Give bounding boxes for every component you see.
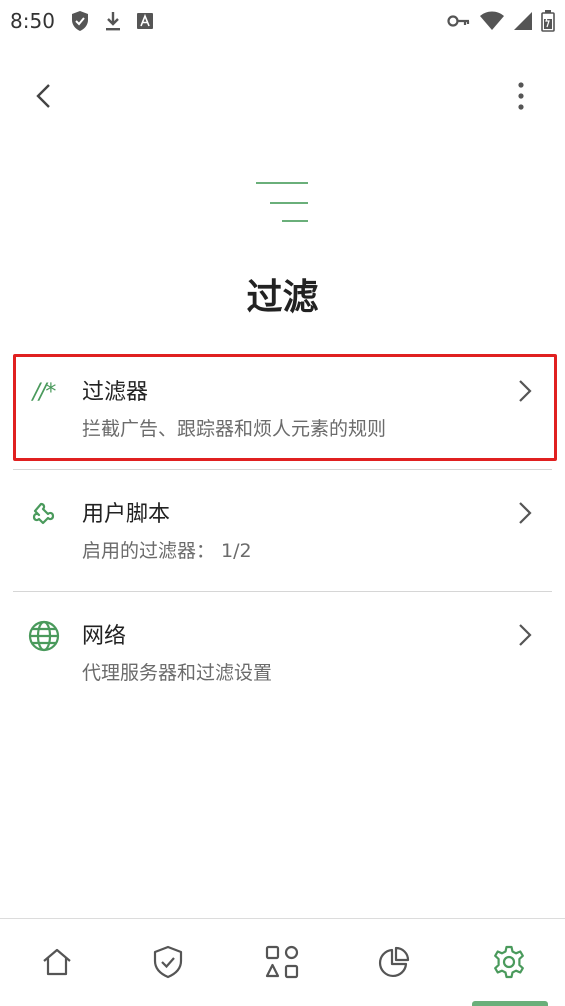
- status-right-icons: [439, 8, 555, 34]
- list-item-filters[interactable]: //* 过滤器 拦截广告、跟踪器和烦人元素的规则: [0, 348, 565, 470]
- shield-check-icon: [70, 10, 90, 32]
- download-icon: [104, 10, 122, 32]
- key-icon: [447, 14, 471, 28]
- chart-icon: [379, 946, 410, 977]
- signal-icon: [513, 11, 533, 31]
- globe-icon: [26, 618, 62, 654]
- nav-home[interactable]: [27, 937, 87, 987]
- nav-apps[interactable]: [252, 937, 312, 987]
- top-bar: [0, 60, 565, 132]
- item-subtitle: 拦截广告、跟踪器和烦人元素的规则: [82, 418, 387, 440]
- status-bar: 8:50: [0, 0, 565, 44]
- settings-icon: [494, 945, 524, 979]
- nav-protection[interactable]: [138, 937, 198, 987]
- puzzle-icon: [26, 496, 62, 532]
- item-subtitle: 代理服务器和过滤设置: [82, 662, 273, 684]
- item-title: 用户脚本: [82, 502, 171, 527]
- bottom-nav: [0, 918, 565, 1006]
- list-item-network[interactable]: 网络 代理服务器和过滤设置: [0, 592, 565, 714]
- back-button[interactable]: [22, 74, 66, 118]
- nav-statistics[interactable]: [364, 937, 424, 987]
- chevron-right-icon: [513, 620, 537, 650]
- chevron-right-icon: [513, 498, 537, 528]
- list-item-userscripts[interactable]: 用户脚本 启用的过滤器： 1/2: [0, 470, 565, 592]
- more-options-button[interactable]: [499, 74, 543, 118]
- battery-icon: [541, 10, 555, 32]
- home-icon: [43, 948, 71, 976]
- status-left-icons: [70, 8, 168, 34]
- wifi-icon: [479, 11, 505, 31]
- status-time: 8:50: [10, 9, 55, 33]
- rules-icon: //*: [26, 374, 62, 410]
- settings-list: //* 过滤器 拦截广告、跟踪器和烦人元素的规则 用户脚本 启用的过滤器： 1/…: [0, 348, 565, 714]
- chevron-left-icon: [36, 84, 50, 108]
- shield-icon: [153, 945, 183, 979]
- nav-active-indicator: [472, 1001, 548, 1006]
- apps-icon: [265, 945, 299, 979]
- item-title: 过滤器: [82, 380, 149, 405]
- more-vertical-icon: [518, 82, 524, 110]
- item-title: 网络: [82, 624, 127, 649]
- rules-icon-text: //*: [32, 379, 57, 405]
- item-subtitle: 启用的过滤器： 1/2: [82, 540, 252, 562]
- chevron-right-icon: [513, 376, 537, 406]
- font-a-icon: [136, 12, 154, 30]
- filter-lines-icon: [252, 178, 314, 228]
- nav-settings[interactable]: [479, 937, 539, 987]
- page-title: 过滤: [246, 277, 319, 318]
